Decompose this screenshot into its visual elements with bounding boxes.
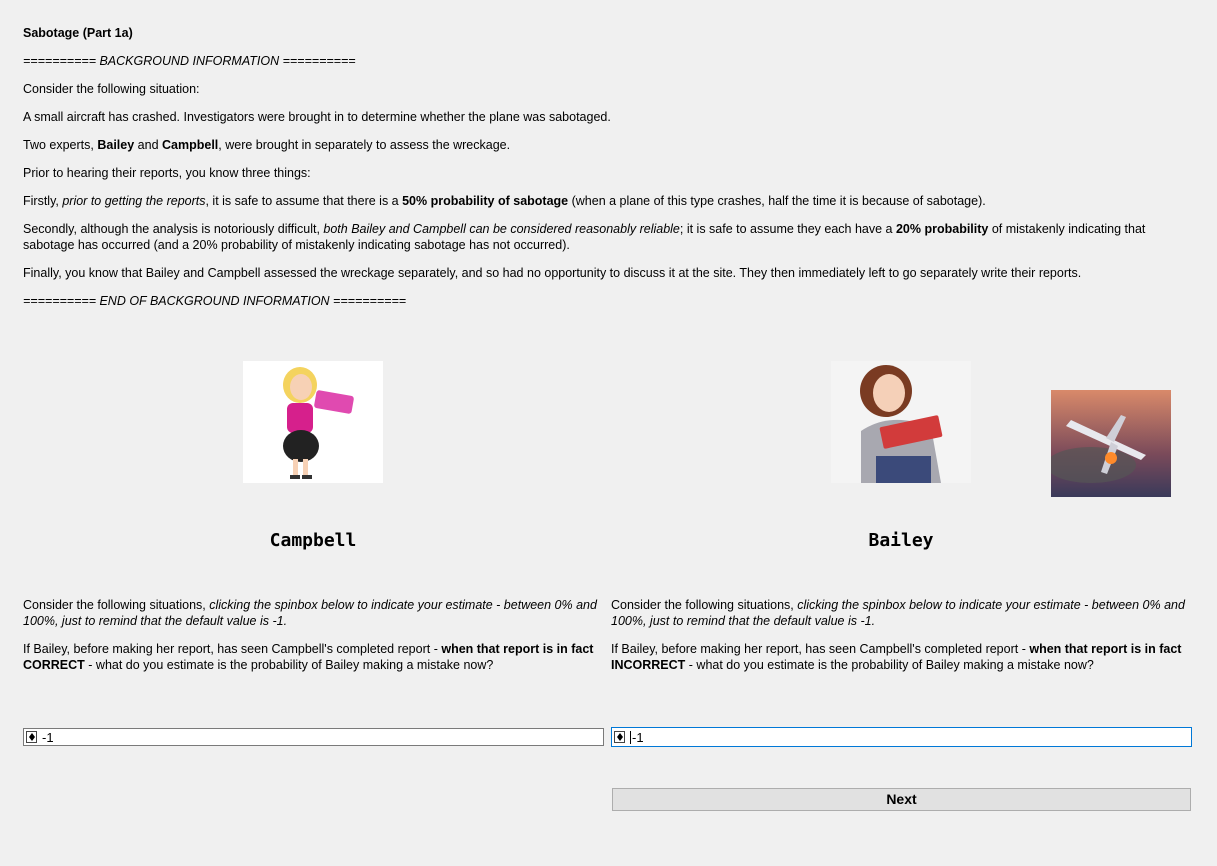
- page-title: Sabotage (Part 1a): [23, 26, 133, 40]
- prior-paragraph: Prior to hearing their reports, you know…: [23, 166, 311, 180]
- campbell-image: [243, 361, 383, 483]
- question-right-text: If Bailey, before making her report, has…: [611, 642, 1182, 672]
- question-left-text: If Bailey, before making her report, has…: [23, 642, 594, 672]
- firstly-paragraph: Firstly, prior to getting the reports, i…: [23, 194, 986, 208]
- bailey-name: Bailey: [868, 530, 934, 551]
- instructions-left: Consider the following situations, click…: [23, 598, 597, 628]
- next-button[interactable]: Next: [612, 788, 1191, 811]
- secondly-paragraph: Secondly, although the analysis is notor…: [23, 222, 1146, 252]
- estimate-spinbox-correct[interactable]: -1: [23, 728, 604, 746]
- finally-paragraph: Finally, you know that Bailey and Campbe…: [23, 266, 1082, 280]
- question-left: Consider the following situations, click…: [23, 597, 603, 673]
- background-start-marker: ========== BACKGROUND INFORMATION ======…: [23, 54, 356, 68]
- instructions-right: Consider the following situations, click…: [611, 598, 1185, 628]
- intro-paragraph: Consider the following situation:: [23, 82, 200, 96]
- bailey-image: [831, 361, 971, 483]
- experts-paragraph: Two experts, Bailey and Campbell, were b…: [23, 138, 511, 152]
- text-caret: [630, 731, 631, 744]
- plane-crash-image: [1051, 390, 1171, 497]
- spinbox-value: -1: [42, 730, 54, 745]
- spin-arrows-icon[interactable]: [614, 731, 625, 743]
- spin-arrows-icon[interactable]: [26, 731, 37, 743]
- crash-paragraph: A small aircraft has crashed. Investigat…: [23, 110, 611, 124]
- spinbox-value: -1: [632, 730, 644, 745]
- estimate-spinbox-incorrect[interactable]: -1: [611, 727, 1192, 747]
- background-end-marker: ========== END OF BACKGROUND INFORMATION…: [23, 294, 407, 308]
- question-right: Consider the following situations, click…: [611, 597, 1191, 673]
- campbell-name: Campbell: [269, 530, 357, 551]
